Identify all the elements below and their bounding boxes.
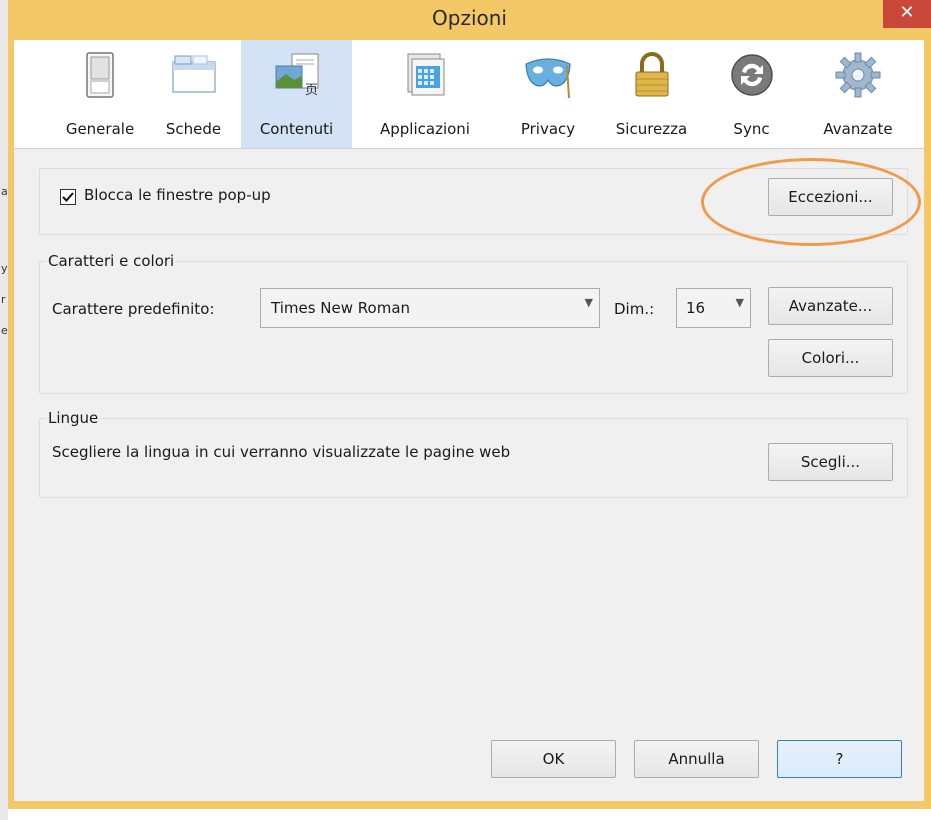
tab-label: Schede bbox=[165, 120, 222, 138]
languages-description: Scegliere la lingua in cui verranno visu… bbox=[52, 443, 511, 461]
dialog-client-area: Generale Schede 页 Contenuti Applicazioni… bbox=[14, 40, 924, 801]
applications-icon bbox=[407, 53, 445, 96]
fonts-colors-group: Caratteri e colori Carattere predefinito… bbox=[39, 252, 908, 394]
tab-label: Sync bbox=[733, 120, 770, 138]
tab-label: Generale bbox=[65, 120, 135, 138]
choose-language-button[interactable]: Scegli... bbox=[768, 443, 893, 481]
help-button[interactable]: ? bbox=[777, 740, 902, 778]
default-font-label: Carattere predefinito: bbox=[52, 300, 215, 318]
switch-icon bbox=[86, 52, 114, 98]
languages-legend: Lingue bbox=[46, 409, 101, 427]
ok-button[interactable]: OK bbox=[491, 740, 616, 778]
chevron-down-icon: ▼ bbox=[735, 296, 744, 309]
tab-sicurezza[interactable]: Sicurezza bbox=[598, 40, 705, 148]
advanced-fonts-button[interactable]: Avanzate... bbox=[768, 287, 893, 325]
options-dialog: Opzioni ✕ Generale Schede 页 Contenuti Ap… bbox=[8, 0, 931, 809]
font-size-select[interactable]: 16 ▼ bbox=[676, 288, 751, 328]
padlock-icon bbox=[635, 52, 668, 97]
tab-contenuti[interactable]: 页 Contenuti bbox=[241, 40, 352, 148]
tab-label: Sicurezza bbox=[615, 120, 688, 138]
block-popups-checkbox[interactable] bbox=[60, 189, 76, 205]
window-title: Opzioni bbox=[432, 6, 507, 30]
tab-label: Applicazioni bbox=[380, 120, 470, 138]
content-icon: 页 bbox=[275, 53, 318, 98]
tab-privacy[interactable]: Privacy bbox=[498, 40, 598, 148]
tab-schede[interactable]: Schede bbox=[146, 40, 241, 148]
checkmark-icon bbox=[62, 192, 74, 202]
tab-label: Avanzate bbox=[823, 120, 893, 138]
background-window-edge: a y r e bbox=[0, 0, 8, 820]
exceptions-button[interactable]: Eccezioni... bbox=[768, 178, 893, 216]
popup-group: Blocca le finestre pop-up Eccezioni... bbox=[39, 168, 908, 235]
default-font-value: Times New Roman bbox=[271, 299, 411, 317]
tabs-window-icon bbox=[171, 55, 216, 93]
fonts-colors-legend: Caratteri e colori bbox=[46, 252, 177, 270]
tab-label: Privacy bbox=[520, 120, 576, 138]
privacy-mask-icon bbox=[525, 58, 571, 99]
block-popups-label: Blocca le finestre pop-up bbox=[84, 186, 271, 204]
tab-sync[interactable]: Sync bbox=[705, 40, 798, 148]
gear-icon bbox=[835, 52, 881, 98]
tab-applicazioni[interactable]: Applicazioni bbox=[352, 40, 498, 148]
font-size-value: 16 bbox=[686, 299, 706, 317]
tab-generale[interactable]: Generale bbox=[54, 40, 146, 148]
title-bar[interactable]: Opzioni ✕ bbox=[8, 0, 931, 40]
default-font-select[interactable]: Times New Roman ▼ bbox=[260, 288, 600, 328]
svg-text:页: 页 bbox=[305, 83, 318, 98]
colors-button[interactable]: Colori... bbox=[768, 339, 893, 377]
languages-group: Lingue Scegliere la lingua in cui verran… bbox=[39, 409, 908, 498]
size-label: Dim.: bbox=[614, 300, 655, 318]
cancel-button[interactable]: Annulla bbox=[634, 740, 759, 778]
chevron-down-icon: ▼ bbox=[584, 296, 593, 309]
tab-avanzate[interactable]: Avanzate bbox=[798, 40, 918, 148]
preferences-toolbar: Generale Schede 页 Contenuti Applicazioni… bbox=[14, 40, 924, 149]
close-button[interactable]: ✕ bbox=[883, 0, 931, 28]
tab-label: Contenuti bbox=[259, 120, 334, 138]
sync-icon bbox=[730, 54, 773, 96]
